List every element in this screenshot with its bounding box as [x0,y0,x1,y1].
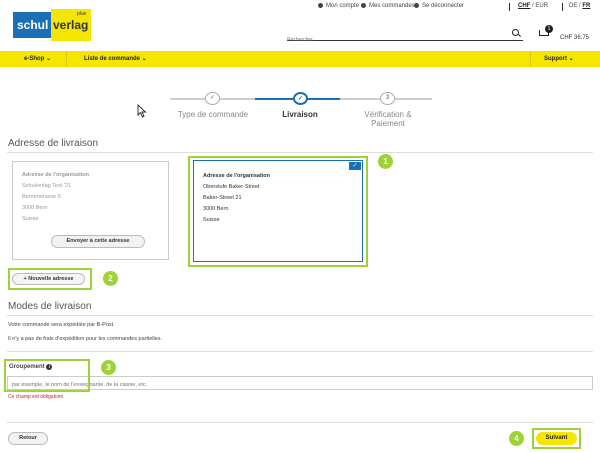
orders-link[interactable]: Mes commandes [361,3,415,9]
step-3-marker: 3 [380,92,395,105]
highlight-box-4 [532,428,581,449]
logo-text-schul: schul [17,18,49,32]
annotation-badge-3: 3 [101,360,116,375]
chevron-down-icon: ⌄ [568,56,574,62]
back-button[interactable]: Retour [8,432,48,445]
account-link[interactable]: Mon compte [318,3,359,9]
top-links: Mon compte Mes commandes Se déconnecter … [0,3,600,13]
step-1-label[interactable]: Type de commande [173,110,253,119]
user-icon [318,3,323,8]
search-box[interactable] [287,28,523,43]
highlight-box-1 [188,156,368,267]
address-line: Bernerstrasse 5 [22,194,61,200]
highlight-box-3 [4,359,90,392]
section-divider [7,422,593,423]
partial-orders-info-text: Il n'y a pas de frais d'expédition pour … [8,336,163,342]
chevron-down-icon: ⌄ [46,56,52,62]
cart-button[interactable]: 1 [537,25,553,38]
address-line: 3000 Bern [22,205,48,211]
currency-switch[interactable]: CHF / EUR [518,3,548,9]
address-card-1[interactable]: Adresse de l'organisation Schulverlag Te… [12,161,169,260]
address-line: Schulverlag Test '21 [22,183,71,189]
address-line: Suisse [22,216,39,222]
history-icon [361,3,366,8]
currency-separator: / [532,3,534,9]
chevron-down-icon: ⌄ [141,56,147,62]
highlight-box-2 [8,268,92,290]
logo-text-verlag: verlag [53,18,89,32]
lang-de[interactable]: DE [569,3,577,9]
logout-link[interactable]: Se déconnecter [414,3,464,9]
divider [509,3,510,11]
search-input[interactable] [287,37,497,43]
step-2-marker: ✓ [293,92,308,105]
delivery-address-heading: Adresse de livraison [8,138,99,149]
search-icon[interactable] [512,29,519,36]
currency-eur[interactable]: EUR [535,3,548,9]
section-divider [7,315,593,316]
section-divider [7,351,593,352]
mouse-cursor-icon [137,104,147,118]
schulverlag-logo[interactable]: schul verlag plus [13,9,91,41]
grouping-input[interactable] [7,376,593,390]
nav-support[interactable]: Support ⌄ [544,55,574,62]
divider [562,3,563,11]
annotation-badge-1: 1 [378,154,393,169]
language-switch[interactable]: DE / FR [569,3,590,9]
logout-icon [414,3,419,8]
nav-divider [66,51,67,67]
step-1-marker[interactable]: ✓ [205,92,220,105]
cart-total[interactable]: CHF 36.75 [560,35,589,41]
lang-fr[interactable]: FR [582,3,590,9]
send-to-this-address-button[interactable]: Envoyer à cette adresse [51,235,145,248]
lang-separator: / [579,3,581,9]
annotation-badge-4: 4 [509,431,524,446]
step-3-label: Vérification & Paiement [364,110,412,128]
section-divider [7,152,593,153]
nav-order-list[interactable]: Liste de commande ⌄ [84,55,147,62]
address-card-title: Adresse de l'organisation [22,172,90,178]
annotation-badge-2: 2 [103,271,118,286]
required-field-error: Ce champ est obligatoire. [8,394,65,400]
shipping-heading: Modes de livraison [8,301,92,312]
currency-chf[interactable]: CHF [518,3,530,9]
step-2-label: Livraison [282,110,318,119]
shipping-info-text: Votre commande sera expédiée par B-Post. [8,322,115,328]
nav-divider [530,51,531,67]
cart-count-badge: 1 [545,25,553,33]
nav-eshop[interactable]: e-Shop ⌄ [24,55,51,62]
main-navigation: e-Shop ⌄ Liste de commande ⌄ Support ⌄ [0,51,600,67]
